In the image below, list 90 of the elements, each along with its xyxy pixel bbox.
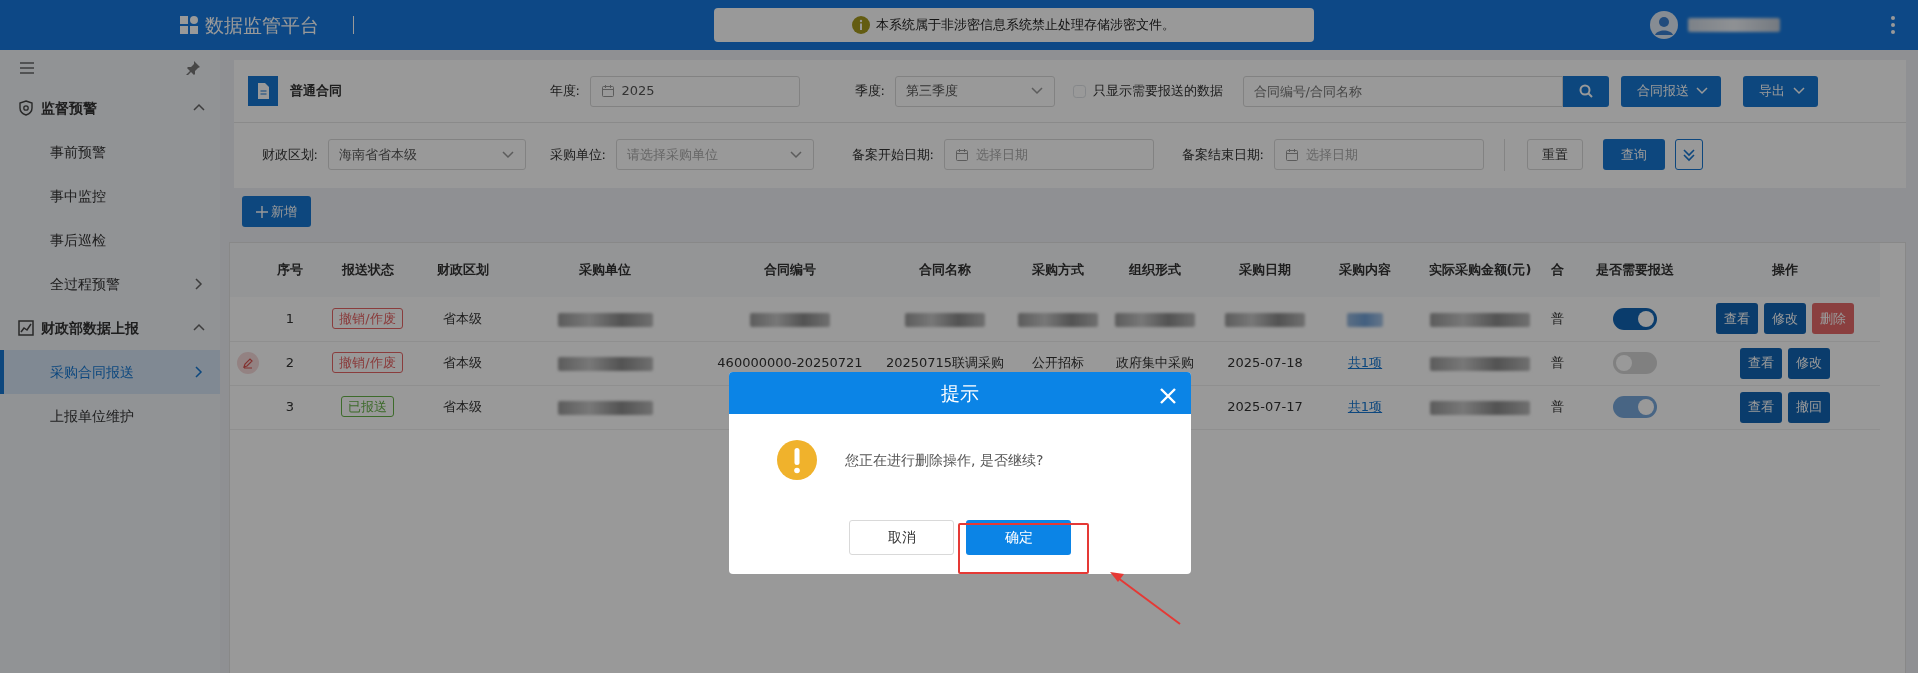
field-label: 财政区划: (260, 145, 318, 164)
field-label: 备案开始日期: (850, 145, 934, 164)
region-select[interactable]: 海南省省本级 (328, 139, 526, 170)
action-button[interactable]: 修改 (1788, 347, 1830, 379)
close-icon (1159, 386, 1177, 405)
user-avatar-icon[interactable] (1650, 11, 1678, 39)
plus-icon (256, 205, 268, 218)
cancel-button[interactable]: 取消 (849, 520, 954, 555)
query-button[interactable]: 查询 (1603, 139, 1665, 170)
toggle-switch[interactable] (1613, 307, 1657, 330)
chart-icon (18, 320, 34, 336)
column-header: 操作 (1690, 243, 1880, 297)
info-icon (851, 16, 870, 34)
column-header: 采购方式 (1015, 243, 1100, 297)
menu-icon[interactable] (20, 62, 34, 74)
action-button[interactable]: 撤回 (1788, 391, 1830, 423)
status-tag: 撤销/作废 (332, 308, 403, 329)
checkbox-label: 只显示需要报送的数据 (1092, 82, 1223, 101)
document-icon (248, 76, 278, 106)
app-title: 数据监管平台 (204, 12, 319, 38)
column-header: 序号 (265, 243, 315, 297)
add-button[interactable]: 新增 (242, 196, 312, 227)
export-dropdown-button[interactable]: 导出 (1743, 75, 1818, 107)
search-field[interactable]: 合同编号/合同名称 (1242, 75, 1563, 107)
table-cell: 2025-07-17 (1210, 385, 1320, 429)
column-header: 采购日期 (1210, 243, 1320, 297)
column-header: 采购内容 (1320, 243, 1410, 297)
calendar-icon (1285, 147, 1299, 162)
panel-title: 普通合同 (290, 82, 343, 101)
sidebar-item[interactable]: 全过程预警 (0, 262, 220, 306)
grid-logo-icon (180, 16, 198, 34)
pin-icon[interactable] (186, 61, 200, 75)
table-cell: 省本级 (420, 297, 505, 341)
report-dropdown-button[interactable]: 合同报送 (1620, 75, 1721, 107)
sidebar-item[interactable]: 采购合同报送 (0, 350, 220, 394)
shield-icon (18, 100, 34, 116)
column-header: 合 (1550, 243, 1580, 297)
column-header: 实际采购金额(元) (1410, 243, 1550, 297)
notice-text: 本系统属于非涉密信息系统禁止处理存储涉密文件。 (876, 16, 1176, 35)
sidebar-group-label: 财政部数据上报 (40, 318, 139, 338)
confirm-button[interactable]: 确定 (966, 520, 1071, 555)
status-tag: 撤销/作废 (332, 352, 403, 374)
year-picker[interactable]: 2025 (590, 75, 800, 107)
action-button[interactable]: 查看 (1740, 391, 1782, 423)
quarter-select[interactable]: 第三季度 (895, 75, 1055, 107)
column-header: 合同编号 (705, 243, 875, 297)
search-icon (1578, 84, 1593, 98)
double-chevron-down-icon (1682, 147, 1696, 162)
action-button[interactable]: 查看 (1716, 303, 1758, 335)
pencil-icon[interactable] (236, 352, 259, 374)
content-link[interactable]: 共1项 (1347, 399, 1383, 415)
table-cell: 2 (265, 341, 315, 385)
more-menu-icon[interactable] (1890, 15, 1896, 35)
delete-button[interactable]: 删除 (1812, 303, 1854, 335)
search-button[interactable] (1562, 75, 1609, 107)
table-cell: 省本级 (420, 341, 505, 385)
calendar-icon (955, 147, 969, 162)
field-label: 采购单位: (548, 145, 606, 164)
sidebar-group-label: 监督预警 (40, 98, 97, 118)
sidebar-item[interactable]: 事中监控 (0, 174, 220, 218)
sidebar-item[interactable]: 上报单位维护 (0, 394, 220, 438)
sidebar-item[interactable]: 事前预警 (0, 130, 220, 174)
action-button[interactable]: 查看 (1740, 347, 1782, 379)
column-header: 是否需要报送 (1580, 243, 1690, 297)
calendar-icon (601, 84, 615, 98)
column-header: 采购单位 (505, 243, 705, 297)
redacted-link-block (1347, 312, 1383, 327)
column-header: 合同名称 (875, 243, 1015, 297)
sidebar-item[interactable]: 事后巡检 (0, 218, 220, 262)
table-cell: 普 (1550, 297, 1580, 341)
field-label: 年度: (548, 82, 580, 101)
table-cell: 3 (265, 385, 315, 429)
column-header: 报送状态 (315, 243, 420, 297)
table-cell: 普 (1550, 341, 1580, 385)
field-label: 季度: (853, 82, 885, 101)
reset-button[interactable]: 重置 (1527, 139, 1583, 170)
table-cell: 1 (265, 297, 315, 341)
table-cell: 普 (1550, 385, 1580, 429)
expand-button[interactable] (1675, 139, 1703, 170)
column-header: 财政区划 (420, 243, 505, 297)
column-header: 组织形式 (1100, 243, 1210, 297)
content-link[interactable]: 共1项 (1347, 355, 1383, 371)
status-tag: 已报送 (341, 396, 394, 418)
field-label: 备案结束日期: (1180, 145, 1264, 164)
warning-icon (777, 440, 817, 480)
action-button[interactable]: 修改 (1764, 303, 1806, 335)
toggle-switch[interactable] (1613, 352, 1657, 374)
table-cell: 省本级 (420, 385, 505, 429)
dialog-message: 您正在进行删除操作, 是否继续? (845, 450, 1044, 470)
table-cell: 2025-07-18 (1210, 341, 1320, 385)
